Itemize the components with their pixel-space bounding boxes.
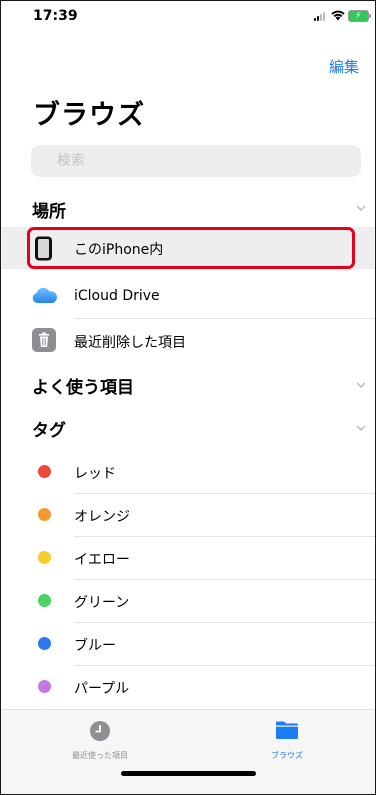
location-item-icloud[interactable]: iCloud Drive: [1, 276, 375, 318]
page-title: ブラウズ: [33, 100, 145, 131]
edit-button[interactable]: 編集: [329, 56, 359, 77]
divider: [74, 318, 375, 319]
screen: 17:39 ⚡ 編集 ブラウズ 場所 このiPhone内: [0, 0, 376, 795]
location-label: iCloud Drive: [74, 288, 160, 304]
tab-recents[interactable]: 最近使った項目: [40, 720, 160, 761]
chevron-down-icon[interactable]: [356, 382, 366, 388]
status-time: 17:39: [33, 8, 78, 24]
tag-color-dot: [38, 551, 51, 564]
location-label: 最近削除した項目: [74, 335, 186, 351]
status-bar: 17:39 ⚡: [1, 1, 375, 31]
battery-icon: ⚡: [348, 10, 371, 22]
tag-item-blue[interactable]: ブルー: [1, 623, 375, 665]
tag-item-orange[interactable]: オレンジ: [1, 494, 375, 536]
section-title-locations: 場所: [32, 202, 66, 222]
tag-label: レッド: [74, 466, 116, 482]
signal-icon: [314, 12, 328, 21]
trash-icon: [32, 328, 56, 352]
tag-label: イエロー: [74, 552, 130, 568]
tag-color-dot: [38, 508, 51, 521]
tab-browse[interactable]: ブラウズ: [227, 720, 347, 761]
clock-icon: [90, 721, 110, 741]
tag-item-purple[interactable]: パープル: [1, 666, 375, 708]
tag-color-dot: [38, 637, 51, 650]
tag-color-dot: [38, 594, 51, 607]
wifi-icon: [331, 10, 345, 21]
tag-label: パープル: [74, 681, 130, 697]
tag-color-dot: [38, 465, 51, 478]
tag-item-green[interactable]: グリーン: [1, 580, 375, 622]
tab-recents-label: 最近使った項目: [72, 751, 128, 760]
tab-bar: 最近使った項目 ブラウズ: [1, 709, 375, 794]
chevron-down-icon[interactable]: [356, 425, 366, 431]
tab-browse-label: ブラウズ: [271, 751, 303, 760]
tag-label: オレンジ: [74, 509, 130, 525]
search-input[interactable]: [31, 145, 361, 177]
tag-color-dot: [38, 680, 51, 693]
folder-icon: [276, 721, 298, 739]
location-item-recently-deleted[interactable]: 最近削除した項目: [1, 320, 375, 362]
section-title-tags: タグ: [32, 421, 66, 441]
home-indicator: [121, 771, 256, 776]
icloud-icon: [32, 287, 57, 303]
tag-item-red[interactable]: レッド: [1, 451, 375, 493]
tag-item-yellow[interactable]: イエロー: [1, 537, 375, 579]
tag-label: ブルー: [74, 638, 116, 654]
tag-label: グリーン: [74, 595, 130, 611]
chevron-down-icon[interactable]: [356, 205, 366, 211]
selection-highlight: [27, 227, 355, 269]
section-title-favorites: よく使う項目: [32, 378, 134, 398]
